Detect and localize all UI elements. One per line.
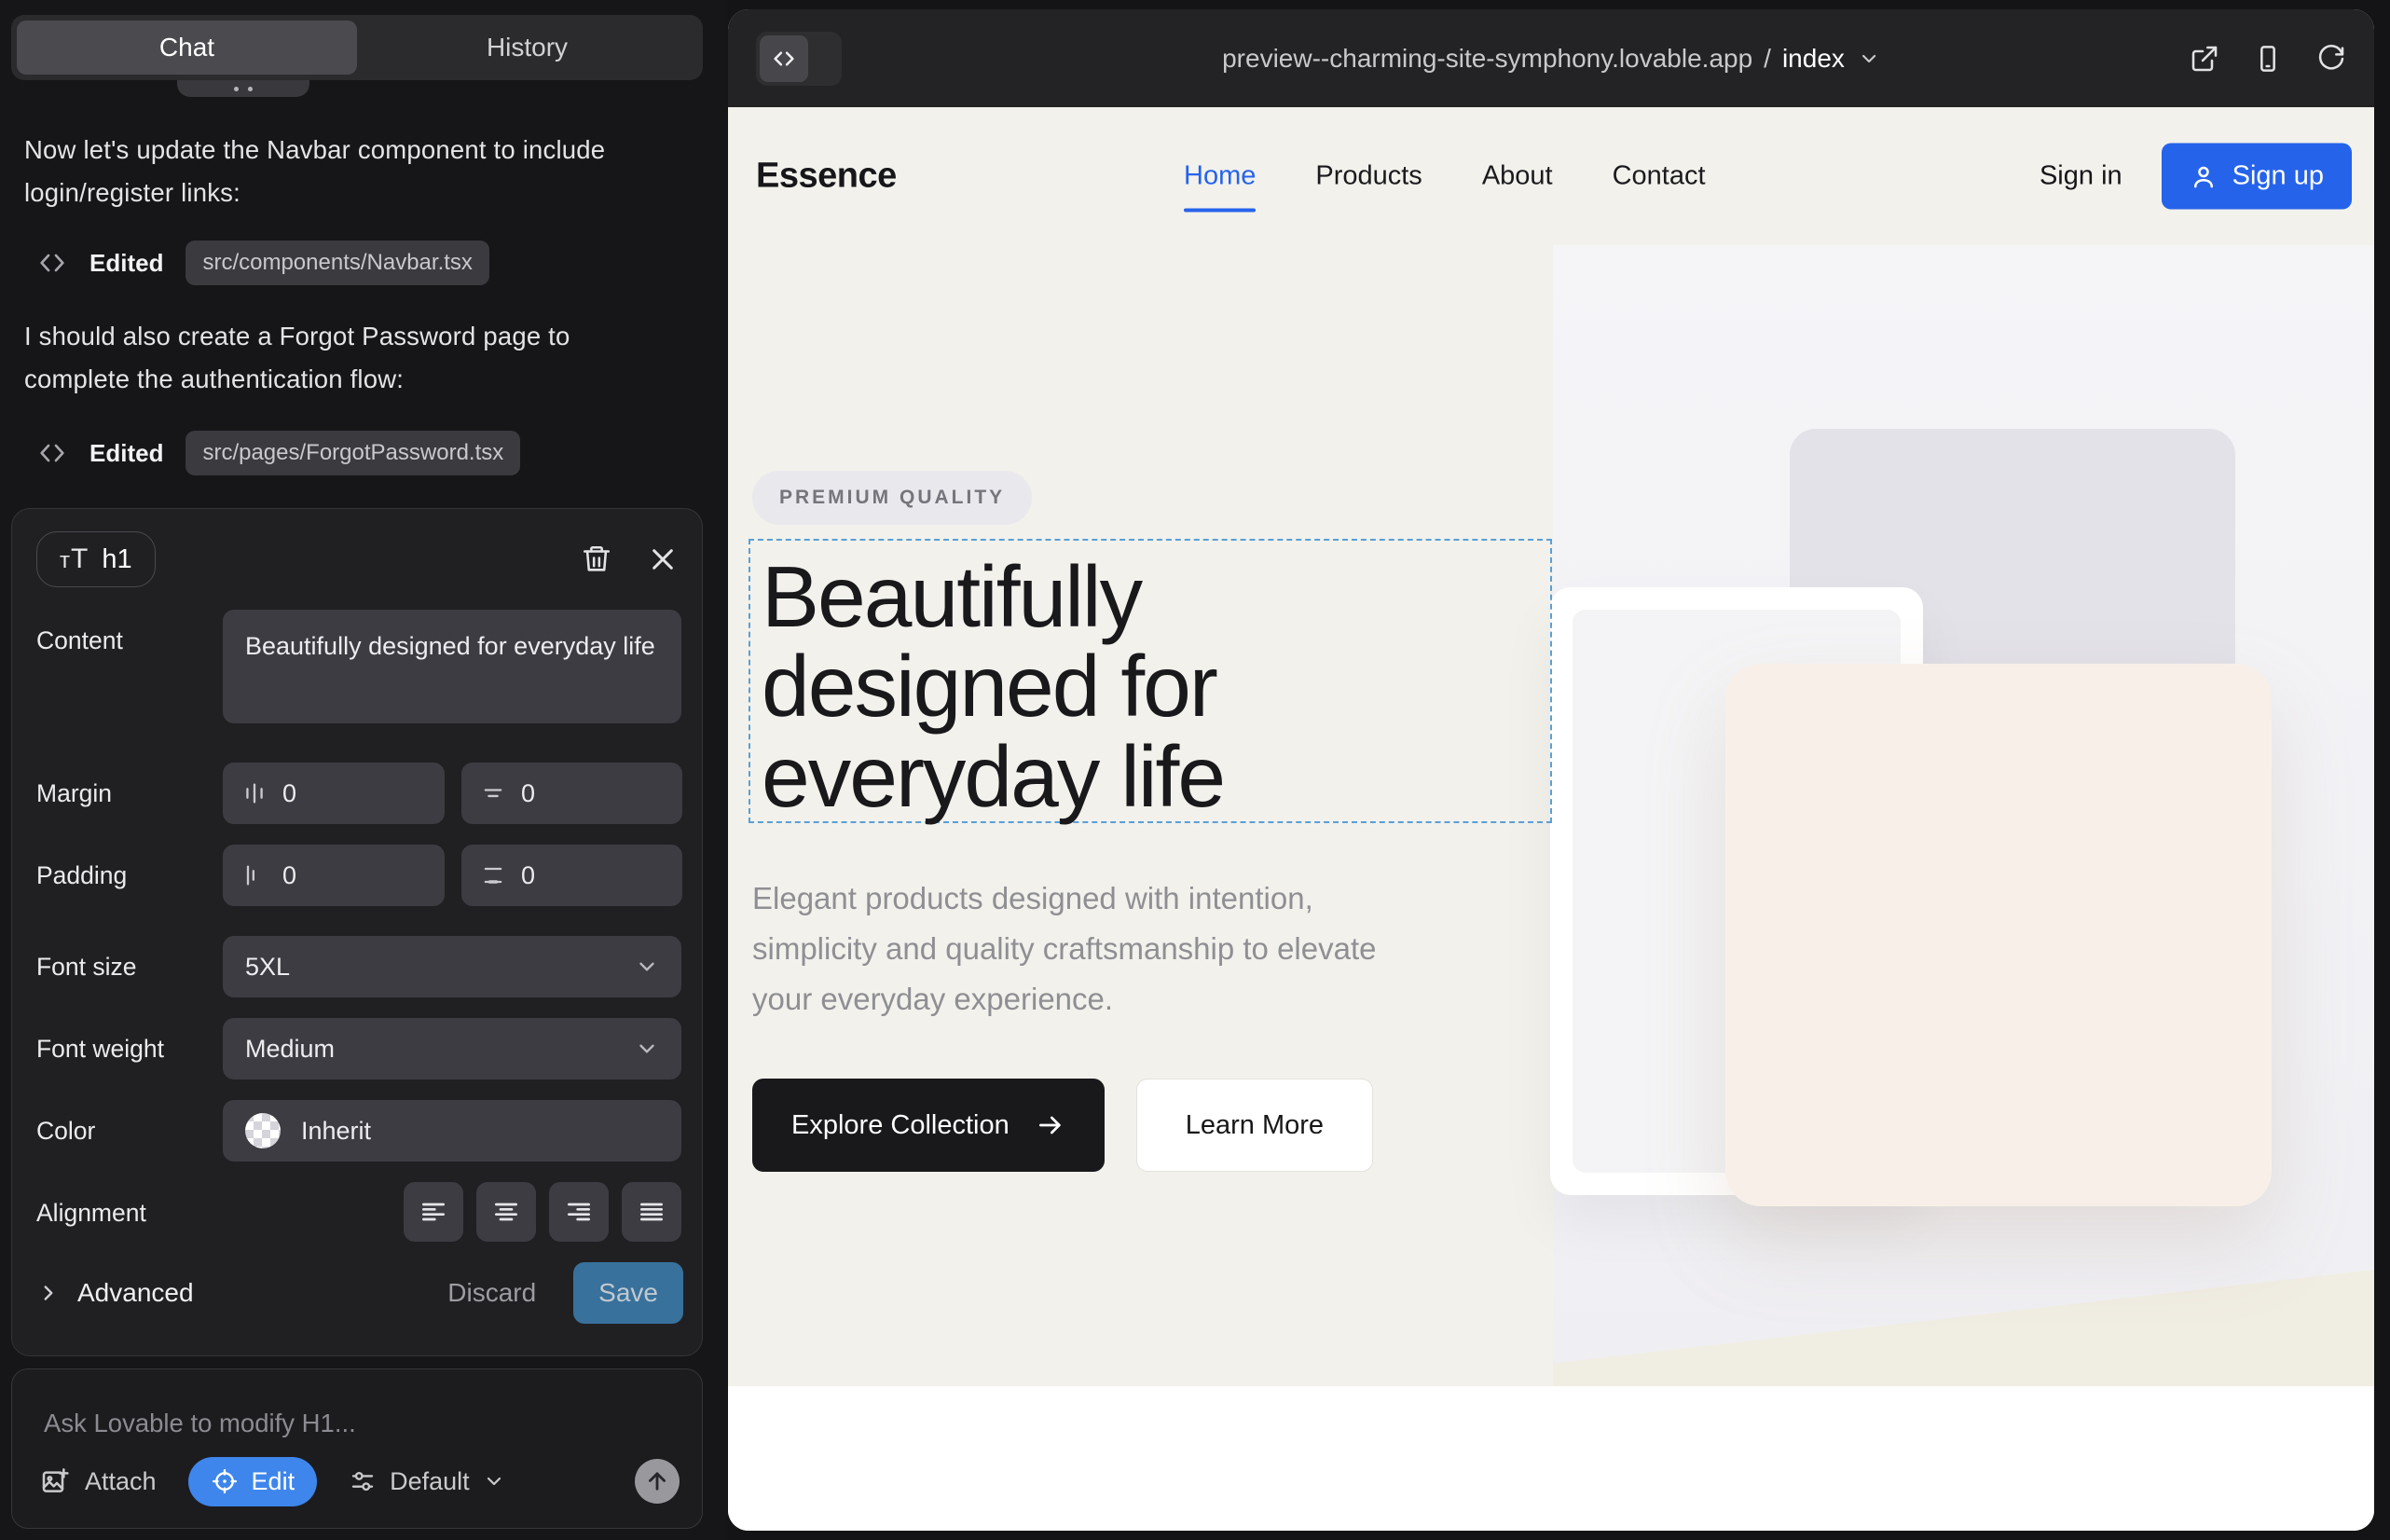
open-external-button[interactable] [2190, 44, 2219, 74]
color-swatch-transparent [245, 1113, 281, 1148]
site-content: Essence Home Products About Contact Sign… [728, 107, 2374, 1531]
delete-element-button[interactable] [581, 543, 612, 575]
tab-history[interactable]: History [357, 21, 697, 75]
edited-label: Edited [89, 439, 163, 468]
align-right-button[interactable] [549, 1182, 609, 1242]
hero-subtitle: Elegant products designed with intention… [752, 873, 1405, 1024]
selected-element-tag: h1 [102, 544, 131, 575]
chevron-down-icon [635, 1037, 659, 1061]
lovable-app: Chat History Now let's update the Navbar… [0, 0, 2390, 1540]
chevron-right-icon [36, 1281, 61, 1305]
chat-sidebar: Chat History Now let's update the Navbar… [0, 0, 727, 1540]
alignment-label: Alignment [36, 1199, 146, 1228]
attach-button[interactable]: Attach [40, 1466, 157, 1496]
padding-horizontal-icon [241, 862, 268, 888]
image-plus-icon [40, 1466, 70, 1496]
close-inspector-button[interactable] [648, 544, 678, 574]
sign-up-button[interactable]: Sign up [2162, 144, 2352, 210]
site-navbar: Essence Home Products About Contact Sign… [728, 107, 2374, 245]
selected-element-pill[interactable]: тT h1 [36, 531, 156, 587]
diagonal-cream-shape [1553, 1267, 2374, 1386]
file-path-badge[interactable]: src/components/Navbar.tsx [185, 241, 488, 285]
nav-link-products[interactable]: Products [1315, 161, 1422, 192]
discard-button[interactable]: Discard [447, 1278, 536, 1308]
url-host: preview--charming-site-symphony.lovable.… [1222, 44, 1752, 74]
next-section-background [728, 1386, 2374, 1531]
element-inspector-panel: тT h1 Content Beautifully designed for e… [11, 508, 703, 1356]
color-select[interactable]: Inherit [223, 1100, 681, 1162]
content-input[interactable]: Beautifully designed for everyday life [223, 610, 681, 723]
advanced-toggle[interactable]: Advanced [36, 1278, 194, 1308]
padding-label: Padding [36, 861, 127, 890]
refresh-button[interactable] [2316, 44, 2346, 74]
selected-element-outline[interactable]: Beautifully designed for everyday life [749, 539, 1552, 823]
align-left-button[interactable] [404, 1182, 463, 1242]
align-justify-button[interactable] [622, 1182, 681, 1242]
url-separator: / [1764, 44, 1771, 74]
assistant-message: Now let's update the Navbar component to… [24, 129, 621, 214]
font-weight-label: Font weight [36, 1035, 164, 1064]
code-icon [760, 35, 808, 82]
save-button[interactable]: Save [573, 1262, 683, 1324]
edited-file-row[interactable]: Edited src/pages/ForgotPassword.tsx [37, 431, 520, 475]
sidebar-tabs: Chat History [11, 15, 703, 80]
hero-headline[interactable]: Beautifully designed for everyday life [762, 552, 1339, 821]
padding-vertical-icon [480, 862, 506, 888]
nav-link-home[interactable]: Home [1184, 161, 1256, 192]
typography-icon: тT [60, 543, 89, 575]
code-icon [37, 248, 67, 278]
arrow-up-icon [644, 1468, 670, 1494]
padding-y-input[interactable]: 0 [461, 845, 682, 906]
explore-collection-button[interactable]: Explore Collection [752, 1079, 1105, 1172]
font-size-select[interactable]: 5XL [223, 936, 681, 997]
sliders-icon [349, 1467, 377, 1495]
tab-chat[interactable]: Chat [17, 21, 357, 75]
composer-placeholder[interactable]: Ask Lovable to modify H1... [44, 1409, 356, 1438]
arrow-right-icon [1036, 1110, 1065, 1140]
chat-composer[interactable]: Ask Lovable to modify H1... Attach Edit [11, 1368, 703, 1529]
margin-y-input[interactable]: 0 [461, 763, 682, 824]
learn-more-button[interactable]: Learn More [1136, 1079, 1373, 1172]
color-label: Color [36, 1117, 95, 1146]
sign-in-link[interactable]: Sign in [2040, 161, 2122, 192]
url-page: index [1782, 44, 1845, 74]
edited-file-row[interactable]: Edited src/components/Navbar.tsx [37, 241, 489, 285]
assistant-message: I should also create a Forgot Password p… [24, 315, 621, 401]
chevron-down-icon [635, 955, 659, 979]
send-button[interactable] [635, 1459, 680, 1504]
align-center-button[interactable] [476, 1182, 536, 1242]
edited-label: Edited [89, 249, 163, 278]
premium-quality-badge: PREMIUM QUALITY [752, 471, 1032, 525]
preview-topbar: preview--charming-site-symphony.lovable.… [728, 9, 2374, 107]
code-icon [37, 438, 67, 468]
margin-vertical-icon [480, 780, 506, 806]
code-view-toggle[interactable] [756, 32, 842, 86]
nav-link-contact[interactable]: Contact [1613, 161, 1706, 192]
padding-x-input[interactable]: 0 [223, 845, 445, 906]
edit-mode-button[interactable]: Edit [188, 1457, 318, 1506]
chevron-down-icon [1858, 48, 1880, 70]
crosshair-icon [211, 1467, 239, 1495]
nav-link-about[interactable]: About [1482, 161, 1553, 192]
font-weight-select[interactable]: Medium [223, 1018, 681, 1079]
file-path-badge[interactable]: src/pages/ForgotPassword.tsx [185, 431, 520, 475]
user-icon [2190, 162, 2218, 190]
scrolled-badge-partial [177, 80, 309, 97]
content-label: Content [36, 626, 123, 655]
site-preview-window: preview--charming-site-symphony.lovable.… [728, 9, 2374, 1531]
site-logo[interactable]: Essence [756, 157, 897, 197]
chevron-down-icon [483, 1470, 505, 1492]
margin-horizontal-icon [241, 780, 268, 806]
margin-label: Margin [36, 779, 112, 808]
font-size-label: Font size [36, 953, 137, 982]
margin-x-input[interactable]: 0 [223, 763, 445, 824]
mobile-view-button[interactable] [2253, 44, 2283, 74]
decor-card-cream [1725, 664, 2272, 1206]
mode-selector[interactable]: Default [349, 1467, 505, 1496]
preview-url[interactable]: preview--charming-site-symphony.lovable.… [1222, 44, 1880, 74]
